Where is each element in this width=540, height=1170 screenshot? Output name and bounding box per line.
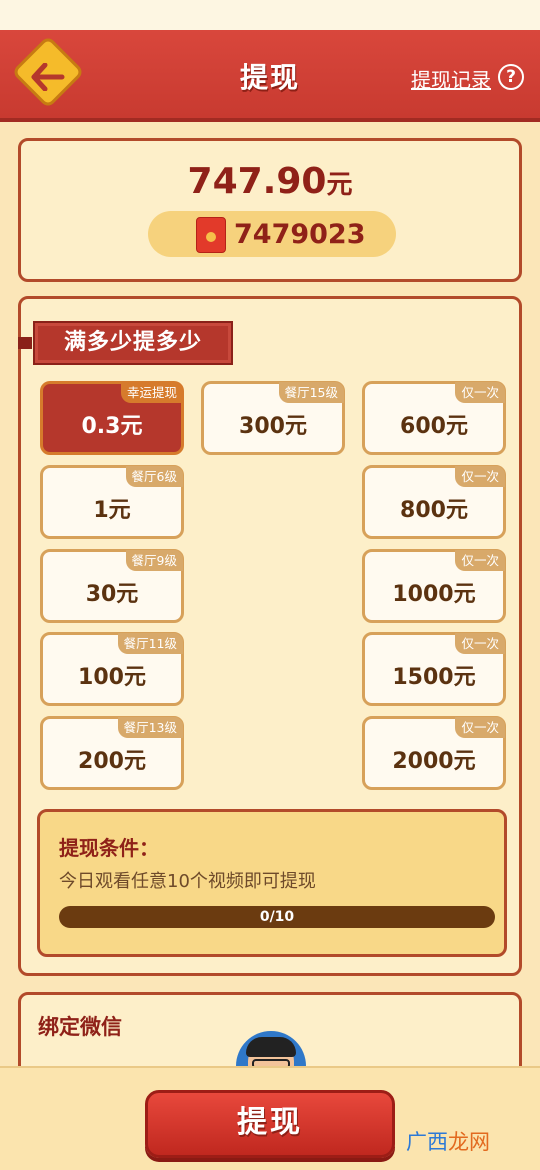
withdraw-option-800[interactable]: 仅一次 800元 (362, 465, 506, 539)
withdraw-option-100[interactable]: 餐厅11级 100元 (40, 632, 184, 706)
option-amount: 1元 (93, 498, 131, 523)
option-amount: 30元 (85, 582, 139, 607)
coin-balance-pill: 7479023 (148, 211, 396, 257)
ribbon-tail (18, 337, 32, 349)
section-ribbon: 满多少提多少 (33, 321, 233, 365)
withdraw-option-30[interactable]: 餐厅9级 30元 (40, 549, 184, 623)
option-tag: 仅一次 (455, 466, 505, 487)
video-progress-bar: 0/10 (59, 906, 495, 928)
option-amount: 1500元 (392, 665, 476, 690)
balance-value: 747.90 (187, 161, 327, 202)
option-tag: 仅一次 (455, 717, 505, 738)
option-tag: 餐厅15级 (278, 382, 344, 403)
option-amount: 800元 (400, 498, 468, 523)
withdraw-button[interactable]: 提现 (145, 1090, 395, 1158)
avatar-hair (246, 1037, 296, 1057)
withdraw-option-1500[interactable]: 仅一次 1500元 (362, 632, 506, 706)
option-amount: 200元 (78, 749, 146, 774)
help-icon[interactable]: ? (498, 64, 524, 90)
balance-amount: 747.90元 (21, 161, 519, 202)
withdraw-option-1[interactable]: 餐厅6级 1元 (40, 465, 184, 539)
withdraw-option-200[interactable]: 餐厅13级 200元 (40, 716, 184, 790)
option-amount: 0.3元 (81, 414, 143, 439)
option-tag: 仅一次 (455, 550, 505, 571)
option-amount: 600元 (400, 414, 468, 439)
option-amount: 100元 (78, 665, 146, 690)
option-tag: 餐厅6级 (125, 466, 183, 487)
balance-unit: 元 (326, 170, 353, 200)
withdraw-option-2000[interactable]: 仅一次 2000元 (362, 716, 506, 790)
condition-text: 今日观看任意10个视频即可提现 (59, 871, 316, 892)
withdraw-condition-box: 提现条件： 今日观看任意10个视频即可提现 0/10 (37, 809, 507, 957)
withdraw-option-600[interactable]: 仅一次 600元 (362, 381, 506, 455)
red-envelope-icon (196, 217, 226, 253)
option-amount: 1000元 (392, 582, 476, 607)
watermark-part-a: 广西 (406, 1130, 448, 1154)
coin-count: 7479023 (234, 219, 366, 250)
option-tag: 餐厅9级 (125, 550, 183, 571)
header-bar: 提现 提现记录 ? (0, 30, 540, 122)
balance-card: 747.90元 7479023 (18, 138, 522, 282)
option-tag: 仅一次 (455, 382, 505, 403)
withdraw-records-link[interactable]: 提现记录 (411, 64, 491, 93)
bottom-bar: 提现 广西龙网 (0, 1066, 540, 1170)
progress-label: 0/10 (259, 909, 295, 925)
withdraw-option-1000[interactable]: 仅一次 1000元 (362, 549, 506, 623)
withdraw-options-panel: 满多少提多少 幸运提现 0.3元 餐厅15级 300元 仅一次 600元 餐厅6… (18, 296, 522, 976)
withdraw-option-300[interactable]: 餐厅15级 300元 (201, 381, 345, 455)
watermark-part-b: 龙网 (448, 1130, 490, 1154)
option-tag: 餐厅13级 (117, 717, 183, 738)
option-amount: 2000元 (392, 749, 476, 774)
condition-title: 提现条件： (59, 836, 159, 860)
option-amount: 300元 (239, 414, 307, 439)
option-tag: 仅一次 (455, 633, 505, 654)
withdraw-option-0-3[interactable]: 幸运提现 0.3元 (40, 381, 184, 455)
status-bar (0, 0, 540, 30)
option-tag: 幸运提现 (120, 382, 183, 403)
option-tag: 餐厅11级 (117, 633, 183, 654)
watermark: 广西龙网 (406, 1126, 490, 1156)
bind-wechat-title: 绑定微信 (38, 1015, 122, 1039)
